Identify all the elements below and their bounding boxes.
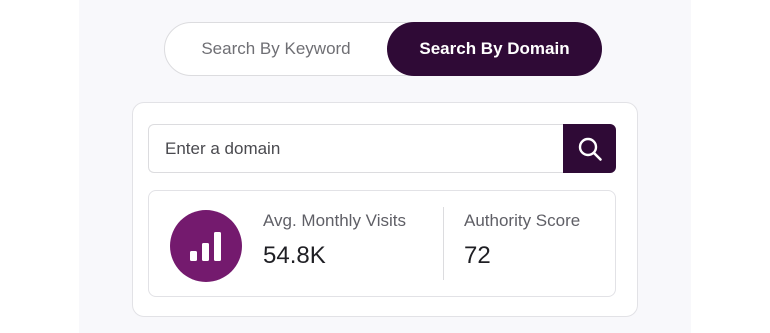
tab-search-by-domain[interactable]: Search By Domain bbox=[387, 22, 602, 76]
authority-score-value: 72 bbox=[464, 242, 491, 269]
stat-avatar bbox=[170, 210, 242, 282]
search-button[interactable] bbox=[563, 124, 616, 173]
stats-divider bbox=[443, 207, 444, 280]
search-mode-toggle: Search By Keyword Search By Domain bbox=[164, 22, 602, 76]
monthly-visits-label: Avg. Monthly Visits bbox=[263, 211, 406, 230]
monthly-visits-value: 54.8K bbox=[263, 242, 326, 269]
domain-search-input[interactable] bbox=[148, 124, 564, 173]
search-icon bbox=[578, 137, 602, 161]
bar-chart-icon bbox=[190, 232, 221, 261]
authority-score-label: Authority Score bbox=[464, 211, 581, 230]
tab-search-by-keyword[interactable]: Search By Keyword bbox=[165, 22, 387, 76]
